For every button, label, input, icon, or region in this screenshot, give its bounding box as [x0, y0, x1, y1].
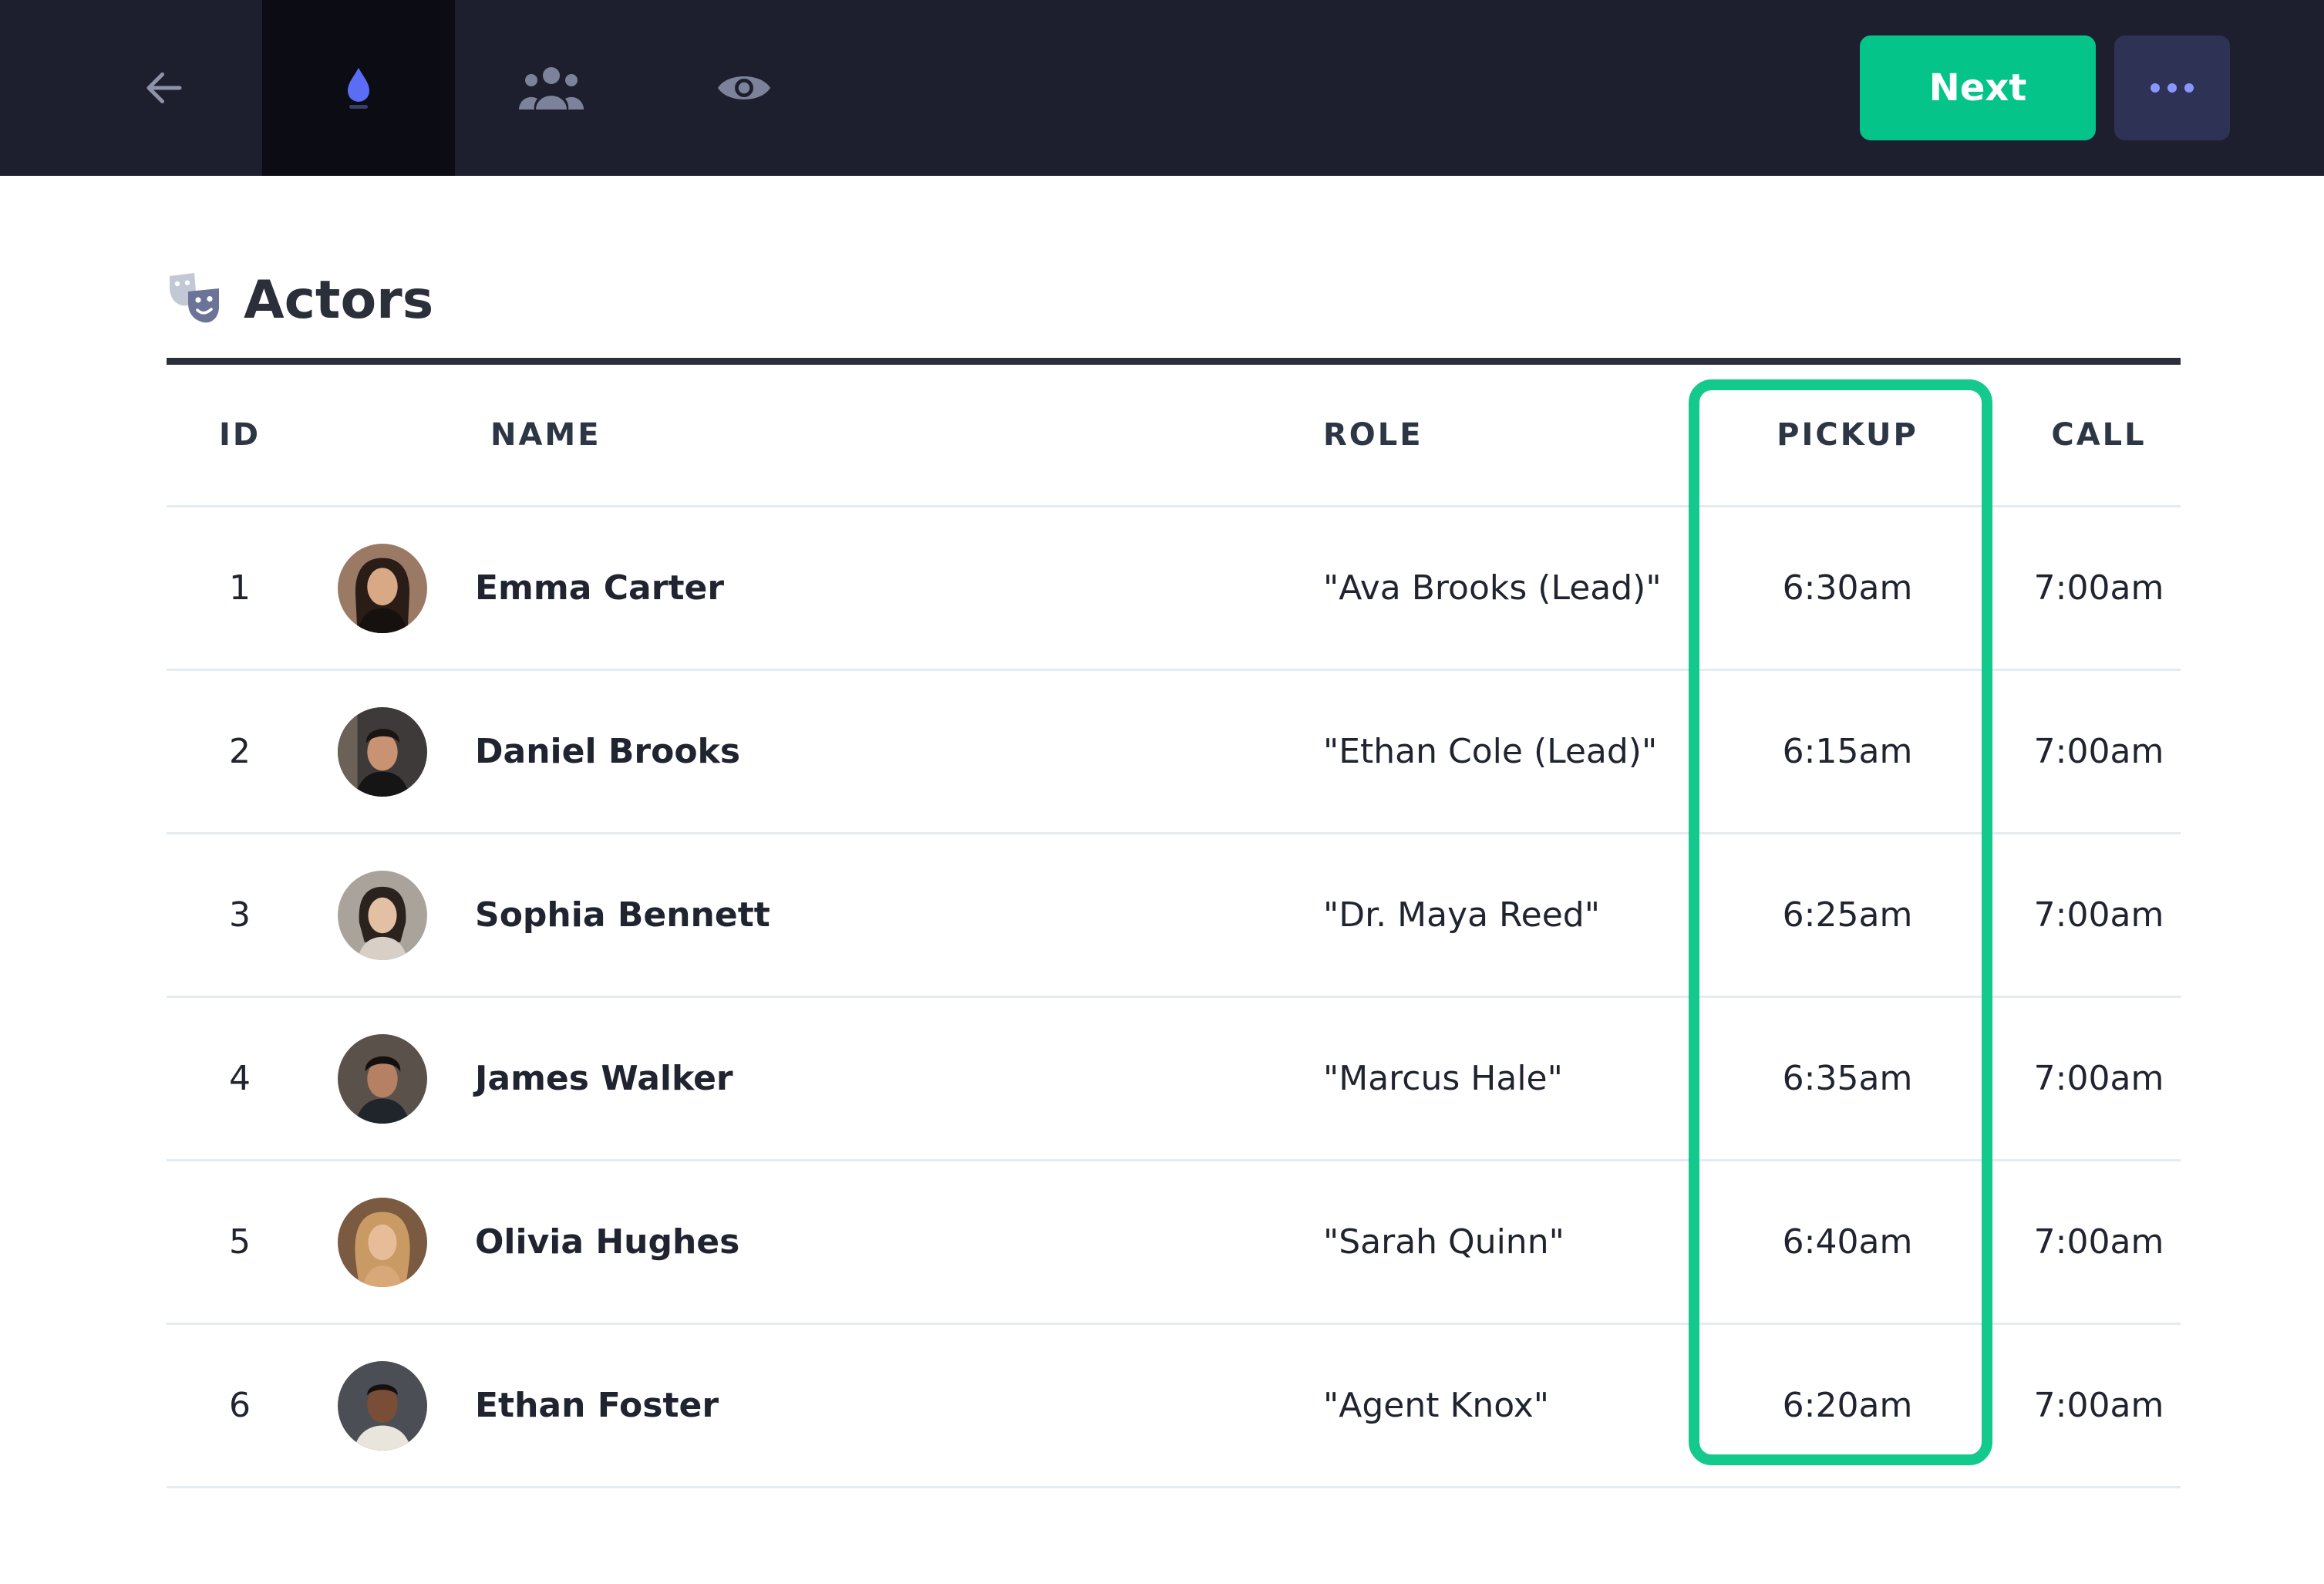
- next-button[interactable]: Next: [1860, 35, 2096, 140]
- actor-pickup: 6:20am: [1782, 1386, 1913, 1425]
- actor-id: 2: [229, 732, 251, 771]
- flame-icon: [348, 68, 369, 109]
- team-icon: [518, 67, 584, 110]
- actor-call: 7:00am: [2033, 1059, 2164, 1098]
- actor-pickup: 6:30am: [1782, 568, 1913, 608]
- section-header: Actors: [167, 262, 2181, 361]
- actor-pickup: 6:25am: [1782, 895, 1913, 935]
- theater-masks-icon: [170, 273, 219, 323]
- avatar-sophia-bennett: [338, 870, 427, 960]
- column-header-name[interactable]: NAME: [490, 365, 1261, 505]
- more-options-button[interactable]: [2114, 35, 2230, 140]
- avatar-ethan-foster: [338, 1360, 427, 1451]
- actor-pickup: 6:35am: [1782, 1059, 1913, 1098]
- actors-table: ID NAME ROLE PICKUP CALL 1 Emma Carter "…: [167, 365, 2181, 1488]
- avatar: [338, 998, 427, 1159]
- back-button[interactable]: [68, 0, 261, 176]
- avatar: [338, 507, 427, 669]
- title-divider: [167, 358, 2181, 365]
- column-header-pickup[interactable]: PICKUP: [1701, 365, 1994, 505]
- avatar: [338, 671, 427, 832]
- column-header-call[interactable]: CALL: [2017, 365, 2181, 505]
- actor-name: Ethan Foster: [475, 1386, 719, 1425]
- table-header-row: ID NAME ROLE PICKUP CALL: [167, 365, 2181, 507]
- avatar-james-walker: [338, 1033, 427, 1124]
- actor-call: 7:00am: [2033, 732, 2164, 771]
- column-header-id[interactable]: ID: [167, 365, 313, 505]
- arrow-left-icon: [147, 72, 182, 103]
- actor-id: 1: [229, 568, 251, 608]
- avatar-olivia-hughes: [338, 1197, 427, 1287]
- actor-call: 7:00am: [2033, 568, 2164, 608]
- actor-call: 7:00am: [2033, 895, 2164, 935]
- table-row[interactable]: 1 Emma Carter "Ava Brooks (Lead)" 6:30am…: [167, 507, 2181, 671]
- table-row[interactable]: 5 Olivia Hughes "Sarah Quinn" 6:40am 7:0…: [167, 1161, 2181, 1325]
- actor-name: Sophia Bennett: [475, 895, 770, 935]
- actor-call: 7:00am: [2033, 1386, 2164, 1425]
- avatar: [338, 1325, 427, 1486]
- tab-flame[interactable]: [262, 0, 455, 176]
- page-title: Actors: [244, 270, 434, 331]
- tab-view[interactable]: [648, 0, 840, 176]
- table-row[interactable]: 2 Daniel Brooks "Ethan Cole (Lead)" 6:15…: [167, 671, 2181, 834]
- more-dots-icon: [2147, 83, 2198, 93]
- tab-team[interactable]: [455, 0, 648, 176]
- top-toolbar: Next: [0, 0, 2324, 176]
- table-row[interactable]: 6 Ethan Foster "Agent Knox" 6:20am 7:00a…: [167, 1325, 2181, 1488]
- avatar-emma-carter: [338, 543, 427, 633]
- avatar: [338, 1161, 427, 1323]
- actor-name: Olivia Hughes: [475, 1222, 740, 1262]
- actor-name: Daniel Brooks: [475, 732, 741, 771]
- actor-id: 6: [229, 1386, 251, 1425]
- avatar-daniel-brooks: [338, 706, 427, 797]
- table-row[interactable]: 3 Sophia Bennett "Dr. Maya Reed" 6:25am …: [167, 834, 2181, 998]
- actor-id: 5: [229, 1222, 251, 1262]
- actor-name: James Walker: [475, 1059, 733, 1098]
- actor-pickup: 6:40am: [1782, 1222, 1913, 1262]
- table-row[interactable]: 4 James Walker "Marcus Hale" 6:35am 7:00…: [167, 998, 2181, 1161]
- eye-icon: [718, 76, 770, 99]
- actor-name: Emma Carter: [475, 568, 725, 608]
- avatar: [338, 834, 427, 996]
- actor-pickup: 6:15am: [1782, 732, 1913, 771]
- actor-id: 3: [229, 895, 251, 935]
- actor-call: 7:00am: [2033, 1222, 2164, 1262]
- actor-id: 4: [229, 1059, 251, 1098]
